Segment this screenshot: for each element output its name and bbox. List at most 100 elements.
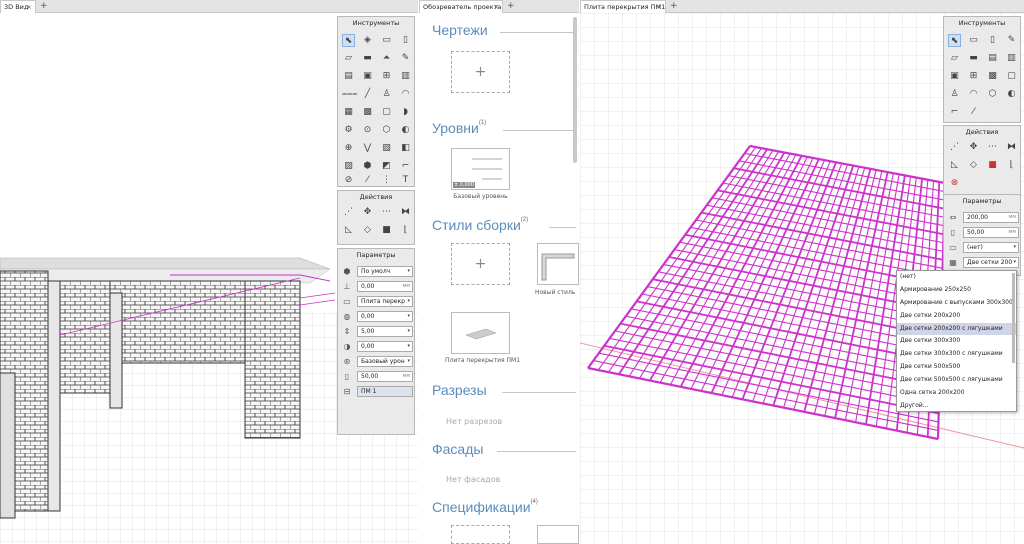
wall-icon[interactable]: ▭ bbox=[967, 34, 980, 47]
rebar-edit-icon[interactable]: ⊗ bbox=[948, 177, 961, 190]
rebar-icon[interactable]: ⁄ bbox=[361, 174, 374, 187]
fill-icon[interactable]: ▩ bbox=[361, 106, 374, 119]
menu-item[interactable]: Одна сетка 200х200 bbox=[897, 387, 1016, 400]
material-select[interactable]: (нет) ▾ bbox=[963, 242, 1019, 253]
move-icon[interactable]: ◈ bbox=[361, 34, 374, 47]
menu-item[interactable]: Две сетки 200х200 bbox=[897, 310, 1016, 323]
camera-icon[interactable]: ▨ bbox=[342, 160, 355, 173]
menu-item[interactable]: Армирование 250х250 bbox=[897, 284, 1016, 297]
preset-select[interactable]: По умолч ▾ bbox=[357, 266, 413, 277]
tab-project-browser[interactable]: Обозреватель проекта × bbox=[419, 0, 503, 13]
furniture-icon[interactable]: ♙ bbox=[948, 88, 961, 101]
morph-icon[interactable]: ◐ bbox=[399, 124, 412, 137]
scrollbar[interactable] bbox=[1012, 273, 1015, 363]
panel-icon[interactable]: ▥ bbox=[399, 70, 412, 83]
thickness-field[interactable]: 50,00 мм bbox=[357, 371, 413, 382]
shape-icon[interactable]: ◗ bbox=[399, 106, 412, 119]
close-icon[interactable]: × bbox=[27, 1, 32, 13]
add-tab-icon[interactable]: + bbox=[40, 0, 48, 12]
offset-field[interactable]: 0,00 мм bbox=[357, 281, 413, 292]
param-field-3[interactable]: 5,00 ▾ bbox=[357, 326, 413, 337]
mirror-icon[interactable]: ⧓ bbox=[399, 206, 412, 219]
name-field[interactable]: ПМ 1 bbox=[357, 386, 413, 397]
slab-icon[interactable]: ▱ bbox=[948, 52, 961, 65]
add-drawing-button[interactable]: + bbox=[451, 51, 510, 93]
spec-thumbnail[interactable] bbox=[537, 525, 579, 544]
fill-icon[interactable]: ▩ bbox=[986, 70, 999, 83]
param-field-4[interactable]: 0,00 ▾ bbox=[357, 341, 413, 352]
slab-style-thumbnail[interactable] bbox=[451, 312, 510, 354]
element-select[interactable]: Плита перекр ▾ bbox=[357, 296, 413, 307]
mesh-icon[interactable]: ⬡ bbox=[986, 88, 999, 101]
level-select[interactable]: Базовый урон ▾ bbox=[357, 356, 413, 367]
column-icon[interactable]: ▯ bbox=[986, 34, 999, 47]
mirror-icon[interactable]: ⧓ bbox=[1005, 141, 1018, 154]
line-icon[interactable]: ╱ bbox=[361, 88, 374, 101]
opening-icon[interactable]: ▢ bbox=[380, 106, 393, 119]
scrollbar[interactable] bbox=[573, 17, 577, 163]
delete-icon[interactable]: ■ bbox=[380, 224, 393, 237]
menu-item[interactable]: Две сетки 500х500 с лягушками bbox=[897, 374, 1016, 387]
stair-icon[interactable]: ▤ bbox=[986, 52, 999, 65]
section-icon[interactable]: ⊕ bbox=[342, 142, 355, 155]
dimension-icon[interactable]: ⌐ bbox=[399, 160, 412, 173]
tab-slab-view[interactable]: Плита перекрытия ПМ1 × bbox=[580, 0, 666, 13]
roof-icon[interactable]: ⏶ bbox=[380, 52, 393, 65]
menu-item[interactable]: Две сетки 500х500 bbox=[897, 361, 1016, 374]
level-thumbnail[interactable]: ± 0,000 bbox=[451, 148, 510, 190]
thickness-field[interactable]: 50,00 мм bbox=[963, 227, 1019, 238]
tab-3d-view[interactable]: 3D Вид × bbox=[0, 0, 36, 13]
grid-line-icon[interactable]: ⋮ bbox=[380, 174, 393, 187]
furniture-icon[interactable]: ♙ bbox=[380, 88, 393, 101]
dimension-icon[interactable]: ⌐ bbox=[948, 106, 961, 119]
pencil-icon[interactable]: ✎ bbox=[1005, 34, 1018, 47]
new-style-thumbnail[interactable] bbox=[537, 243, 579, 285]
arc-icon[interactable]: ◠ bbox=[399, 88, 412, 101]
zone-icon[interactable]: ⊙ bbox=[361, 124, 374, 137]
menu-item[interactable]: Армирование с выпусками 300х300 bbox=[897, 297, 1016, 310]
object-icon[interactable]: ⚙ bbox=[342, 124, 355, 137]
cube-icon[interactable]: ⬢ bbox=[361, 160, 374, 173]
copy-icon[interactable]: ◇ bbox=[361, 224, 374, 237]
beam-icon[interactable]: ▬ bbox=[967, 52, 980, 65]
rebar-select[interactable]: Две сетки 200 ▾ bbox=[963, 257, 1019, 268]
menu-item-selected[interactable]: Две сетки 200х200 с лягушками bbox=[897, 322, 1016, 336]
points-icon[interactable]: ⋰ bbox=[342, 206, 355, 219]
window-icon[interactable]: ⊞ bbox=[380, 70, 393, 83]
stair-icon[interactable]: ▤ bbox=[342, 70, 355, 83]
snap-icon[interactable]: ✥ bbox=[967, 141, 980, 154]
rotate-icon[interactable]: ◺ bbox=[342, 224, 355, 237]
door-icon[interactable]: ▣ bbox=[361, 70, 374, 83]
elevation-icon[interactable]: ⋁ bbox=[361, 142, 374, 155]
select-icon[interactable]: ⬉ bbox=[342, 34, 355, 47]
menu-item[interactable]: (нет) bbox=[897, 271, 1016, 284]
rotate-icon[interactable]: ◺ bbox=[948, 159, 961, 172]
snap-icon[interactable]: ✥ bbox=[361, 206, 374, 219]
close-icon[interactable]: × bbox=[657, 1, 662, 13]
railing-icon[interactable]: ⩶ bbox=[342, 88, 357, 101]
add-tab-icon[interactable]: + bbox=[507, 0, 515, 12]
measure-icon[interactable]: ⊘ bbox=[342, 174, 355, 187]
width-field[interactable]: 200,00 мм bbox=[963, 212, 1019, 223]
select-icon[interactable]: ⬉ bbox=[948, 34, 961, 47]
text-icon[interactable]: T bbox=[399, 174, 412, 187]
detail-icon[interactable]: ▧ bbox=[380, 142, 393, 155]
add-spec-button[interactable] bbox=[451, 525, 510, 544]
add-style-button[interactable]: + bbox=[451, 243, 510, 285]
param-field-2[interactable]: 0,00 ▾ bbox=[357, 311, 413, 322]
window-icon[interactable]: ⊞ bbox=[967, 70, 980, 83]
distribute-icon[interactable]: ⋯ bbox=[380, 206, 393, 219]
worksheet-icon[interactable]: ◧ bbox=[399, 142, 412, 155]
door-icon[interactable]: ▣ bbox=[948, 70, 961, 83]
points-icon[interactable]: ⋰ bbox=[948, 141, 961, 154]
panel-icon[interactable]: ▥ bbox=[1005, 52, 1018, 65]
viewport-3d[interactable]: Инструменты ⬉ ◈ ▭ ▯ ▱ ▬ ⏶ ✎ ▤ ▣ ⊞ ▥ ⩶ ╱ … bbox=[0, 13, 418, 544]
morph-icon[interactable]: ◐ bbox=[1005, 88, 1018, 101]
pencil-icon[interactable]: ✎ bbox=[399, 52, 412, 65]
slab-icon[interactable]: ▱ bbox=[342, 52, 355, 65]
align-icon[interactable]: ⌊ bbox=[399, 224, 412, 237]
align-icon[interactable]: ⌊ bbox=[1005, 159, 1018, 172]
label-icon[interactable]: ◩ bbox=[380, 160, 393, 173]
menu-item[interactable]: Две сетки 300х300 с лягушками bbox=[897, 348, 1016, 361]
grid-icon[interactable]: ▦ bbox=[342, 106, 355, 119]
